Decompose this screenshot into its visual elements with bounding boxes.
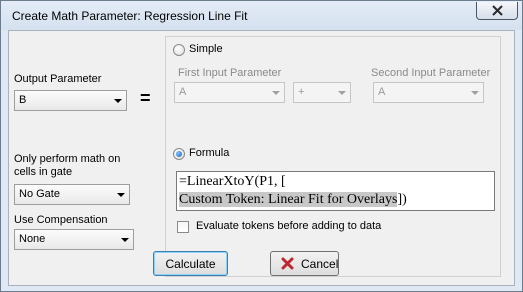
close-icon xyxy=(492,5,503,16)
title-bar[interactable]: Create Math Parameter: Regression Line F… xyxy=(1,1,522,30)
output-parameter-select[interactable]: B xyxy=(14,90,127,111)
chevron-down-icon xyxy=(471,91,479,95)
dialog-body: Output Parameter B = Only perform math o… xyxy=(8,30,515,286)
formula-input[interactable]: =LinearXtoY(P1, [ Custom Token: Linear F… xyxy=(176,171,495,211)
gate-value: No Gate xyxy=(19,188,60,200)
gate-select[interactable]: No Gate xyxy=(14,184,130,205)
calculate-button[interactable]: Calculate xyxy=(153,251,228,276)
compensation-label: Use Compensation xyxy=(14,214,108,226)
chevron-down-icon xyxy=(121,238,129,242)
compensation-value: None xyxy=(19,233,46,245)
evaluate-tokens-label: Evaluate tokens before adding to data xyxy=(196,220,382,232)
simple-label: Simple xyxy=(189,43,223,55)
second-input-select[interactable]: A xyxy=(373,82,484,103)
gate-label-line1: Only perform math on xyxy=(14,153,121,165)
simple-radio[interactable] xyxy=(173,44,185,56)
cancel-button[interactable]: Cancel xyxy=(270,251,339,276)
formula-selected-token: Custom Token: Linear Fit for Overlays xyxy=(179,192,398,207)
chevron-down-icon xyxy=(117,193,125,197)
formula-radio[interactable] xyxy=(173,148,185,160)
formula-label: Formula xyxy=(189,147,230,159)
output-parameter-label: Output Parameter xyxy=(14,73,102,85)
output-parameter-value: B xyxy=(19,94,27,106)
math-options-panel: Simple First Input Parameter A + Second … xyxy=(165,36,501,277)
cancel-label: Cancel xyxy=(301,257,339,271)
first-input-select[interactable]: A xyxy=(174,82,285,103)
formula-line1: =LinearXtoY(P1, [ xyxy=(179,174,286,189)
gate-label-line2: cells in gate xyxy=(14,166,73,178)
formula-line2-rest: ]) xyxy=(397,192,407,207)
window-title: Create Math Parameter: Regression Line F… xyxy=(12,9,248,23)
formula-line2: Custom Token: Linear Fit for Overlays]) xyxy=(179,191,492,209)
chevron-down-icon xyxy=(272,91,280,95)
first-input-value: A xyxy=(179,86,187,98)
calculate-label: Calculate xyxy=(165,257,216,271)
operator-select[interactable]: + xyxy=(293,82,351,103)
second-input-value: A xyxy=(378,86,386,98)
operator-value: + xyxy=(298,86,305,98)
equals-sign: = xyxy=(140,88,151,108)
second-input-label: Second Input Parameter xyxy=(371,67,491,79)
evaluate-tokens-checkbox[interactable] xyxy=(177,221,189,233)
chevron-down-icon xyxy=(338,91,346,95)
chevron-down-icon xyxy=(114,99,122,103)
dialog-window: Create Math Parameter: Regression Line F… xyxy=(0,0,523,292)
first-input-label: First Input Parameter xyxy=(178,67,282,79)
cancel-x-icon xyxy=(281,257,294,270)
close-button[interactable] xyxy=(476,2,518,20)
compensation-select[interactable]: None xyxy=(14,229,134,250)
